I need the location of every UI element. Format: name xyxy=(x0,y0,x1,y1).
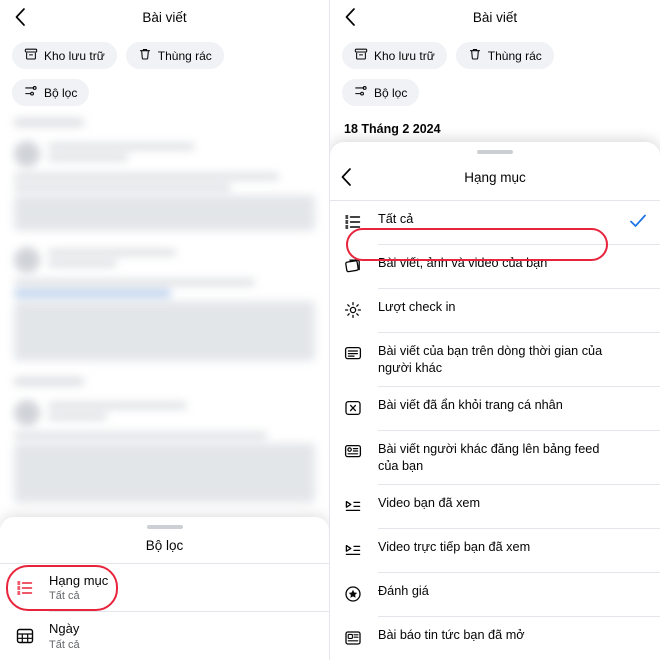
filter-option-category[interactable]: Hạng mục Tất cả xyxy=(0,564,329,612)
archive-icon xyxy=(354,47,368,64)
chip-filter-label: Bộ lọc xyxy=(374,85,408,100)
chip-archive-label: Kho lưu trữ xyxy=(44,48,105,63)
category-item-label: Lượt check in xyxy=(378,300,456,314)
star-circle-icon xyxy=(343,584,365,606)
category-item-label: Đánh giá xyxy=(378,584,429,598)
category-item-label: Bài viết của bạn trên dòng thời gian của… xyxy=(378,344,603,375)
category-item-label: Bài viết đã ẩn khỏi trang cá nhân xyxy=(378,398,563,412)
right-header: Bài viết xyxy=(330,0,660,34)
left-screen: Bài viết Kho lưu trữ Thùng rác Bộ lọc Bộ… xyxy=(0,0,330,660)
category-item-label: Bài viết, ảnh và video của bạn xyxy=(378,256,548,270)
chip-archive-label: Kho lưu trữ xyxy=(374,48,435,63)
comment-lines-icon xyxy=(343,344,365,366)
right-filter-row: Bộ lọc xyxy=(330,69,660,106)
chevron-left-icon[interactable] xyxy=(340,167,352,187)
video-list-icon xyxy=(343,496,365,518)
list-icon xyxy=(14,577,36,599)
page-title: Bài viết xyxy=(472,9,518,25)
chip-trash[interactable]: Thùng rác xyxy=(125,42,224,69)
category-item-hidden-from-profile[interactable]: Bài viết đã ẩn khỏi trang cá nhân xyxy=(330,387,660,430)
category-item-live-videos-you-watched[interactable]: Video trực tiếp bạn đã xem xyxy=(330,529,660,572)
category-item-news-articles-opened[interactable]: Bài báo tin tức bạn đã mở xyxy=(330,617,660,660)
left-header: Bài viết xyxy=(0,0,329,34)
feed-card-placeholder xyxy=(0,241,329,371)
archive-icon xyxy=(24,47,38,64)
left-filter-row: Bộ lọc xyxy=(0,69,329,106)
chip-trash-label: Thùng rác xyxy=(487,48,542,63)
filter-sliders-icon xyxy=(24,84,38,101)
category-item-reviews[interactable]: Đánh giá xyxy=(330,573,660,616)
gear-icon xyxy=(343,300,365,322)
chip-filter[interactable]: Bộ lọc xyxy=(12,79,90,106)
category-item-posts-on-others-timeline[interactable]: Bài viết của bạn trên dòng thời gian của… xyxy=(330,333,660,386)
photo-stack-icon xyxy=(343,256,365,278)
category-modal: Hạng mục Tất cả Bài viết, ảnh và video c… xyxy=(330,142,660,660)
video-list-icon xyxy=(343,540,365,562)
screenshot-root: Bài viết Kho lưu trữ Thùng rác Bộ lọc Bộ… xyxy=(0,0,660,660)
right-chip-row: Kho lưu trữ Thùng rác xyxy=(330,34,660,69)
category-item-others-posts-on-your-feed[interactable]: Bài viết người khác đăng lên bảng feed c… xyxy=(330,431,660,484)
calendar-grid-icon xyxy=(14,625,36,647)
list-icon xyxy=(343,212,365,234)
filter-option-date[interactable]: Ngày Tất cả xyxy=(0,612,329,660)
right-screen: Bài viết Kho lưu trữ Thùng rác Bộ lọc 18… xyxy=(330,0,660,660)
chip-filter-label: Bộ lọc xyxy=(44,85,78,100)
modal-title: Hạng mục xyxy=(464,169,526,185)
trash-icon xyxy=(468,47,482,64)
page-title: Bài viết xyxy=(142,9,187,25)
chip-filter[interactable]: Bộ lọc xyxy=(342,79,420,106)
filter-bottom-sheet: Bộ lọc Hạng mục Tất cả Ngày Tất cả xyxy=(0,516,329,660)
news-icon xyxy=(343,628,365,650)
modal-header: Hạng mục xyxy=(330,154,660,200)
category-item-label: Tất cả xyxy=(378,212,414,226)
chip-archive[interactable]: Kho lưu trữ xyxy=(12,42,117,69)
filter-option-category-value: Tất cả xyxy=(49,590,80,603)
filter-option-category-label: Hạng mục xyxy=(49,572,109,588)
category-item-label: Video trực tiếp bạn đã xem xyxy=(378,540,531,554)
filter-option-date-value: Tất cả xyxy=(49,639,80,651)
feed-card-placeholder xyxy=(0,135,329,241)
category-item-label: Bài báo tin tức bạn đã mở xyxy=(378,628,525,642)
category-item-videos-you-watched[interactable]: Video bạn đã xem xyxy=(330,485,660,528)
check-icon xyxy=(629,213,647,234)
chip-trash-label: Thùng rác xyxy=(157,48,212,63)
category-item-check-ins[interactable]: Lượt check in xyxy=(330,289,660,332)
feed-card-placeholder xyxy=(0,394,329,513)
chip-trash[interactable]: Thùng rác xyxy=(455,42,554,69)
category-item-label: Video bạn đã xem xyxy=(378,496,481,510)
category-item-label: Bài viết người khác đăng lên bảng feed c… xyxy=(378,442,600,473)
trash-icon xyxy=(138,47,152,64)
chip-archive[interactable]: Kho lưu trữ xyxy=(342,42,447,69)
feed-date-label: 18 Tháng 2 2024 xyxy=(344,122,441,136)
category-item-your-posts-photos-videos[interactable]: Bài viết, ảnh và video của bạn xyxy=(330,245,660,288)
feed-date-placeholder xyxy=(14,118,84,127)
left-chip-row: Kho lưu trữ Thùng rác xyxy=(0,34,329,69)
filter-option-date-label: Ngày xyxy=(49,621,80,637)
chevron-left-icon[interactable] xyxy=(340,7,360,27)
sheet-title: Bộ lọc xyxy=(145,537,184,553)
post-badge-icon xyxy=(343,442,365,464)
feed-date-placeholder xyxy=(14,377,84,386)
x-square-icon xyxy=(343,398,365,420)
left-feed-placeholder xyxy=(0,118,329,513)
filter-sliders-icon xyxy=(354,84,368,101)
category-item-all[interactable]: Tất cả xyxy=(330,201,660,244)
chevron-left-icon[interactable] xyxy=(10,7,30,27)
